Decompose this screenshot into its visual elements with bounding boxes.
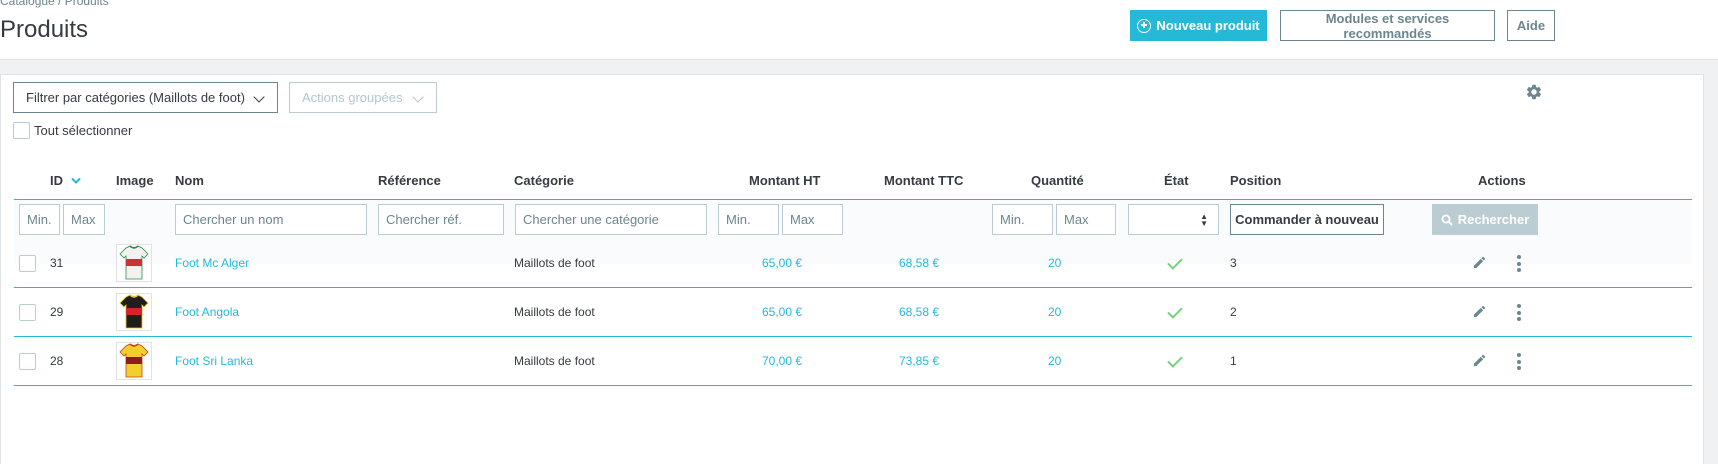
search-icon: [1441, 214, 1453, 226]
status-active-check-icon[interactable]: [1167, 303, 1183, 319]
row-price-ht[interactable]: 65,00 €: [762, 305, 802, 319]
product-thumbnail[interactable]: [116, 244, 152, 282]
edit-pencil-icon[interactable]: [1472, 255, 1487, 270]
row-position: 3: [1230, 256, 1237, 270]
column-header-image: Image: [116, 173, 154, 188]
row-quantity[interactable]: 20: [1048, 256, 1061, 270]
name-search-input[interactable]: [175, 204, 367, 235]
column-header-name[interactable]: Nom: [175, 173, 204, 188]
product-name-link[interactable]: Foot Angola: [175, 305, 239, 319]
product-thumbnail[interactable]: [116, 342, 152, 380]
id-min-input[interactable]: [19, 204, 60, 235]
search-button[interactable]: Rechercher: [1432, 204, 1538, 235]
category-search-input[interactable]: [515, 204, 707, 235]
row-category: Maillots de foot: [514, 256, 595, 270]
id-max-input[interactable]: [63, 204, 105, 235]
row-id: 28: [50, 354, 64, 368]
reference-search-input[interactable]: [378, 204, 504, 235]
more-actions-icon[interactable]: [1517, 304, 1521, 324]
table-row[interactable]: 31 Foot Mc Alger Maillots de foot 65,00 …: [14, 239, 1692, 288]
column-header-price-ht[interactable]: Montant HT: [749, 173, 820, 188]
row-price-ttc[interactable]: 73,85 €: [899, 354, 939, 368]
row-price-ttc[interactable]: 68,58 €: [899, 256, 939, 270]
edit-pencil-icon[interactable]: [1472, 304, 1487, 319]
table-row[interactable]: 29 Foot Angola Maillots de foot 65,00 € …: [14, 288, 1692, 337]
column-header-category[interactable]: Catégorie: [514, 173, 574, 188]
row-price-ttc[interactable]: 68,58 €: [899, 305, 939, 319]
price-max-input[interactable]: [782, 204, 843, 235]
column-header-quantity[interactable]: Quantité: [1031, 173, 1084, 188]
page-header: Catalogue / Produits Produits Nouveau pr…: [0, 0, 1718, 60]
row-price-ht[interactable]: 65,00 €: [762, 256, 802, 270]
category-filter-dropdown[interactable]: Filtrer par catégories (Maillots de foot…: [13, 82, 278, 113]
recommended-modules-button[interactable]: Modules et services recommandés: [1280, 10, 1495, 41]
gear-icon[interactable]: [1525, 83, 1543, 101]
column-header-id[interactable]: ID: [50, 173, 81, 188]
page-title: Produits: [0, 16, 89, 43]
quantity-max-input[interactable]: [1056, 204, 1116, 235]
row-quantity[interactable]: 20: [1048, 305, 1061, 319]
select-all-label[interactable]: Tout sélectionner: [34, 123, 132, 138]
row-id: 31: [50, 256, 64, 270]
column-header-reference[interactable]: Référence: [378, 173, 441, 188]
sort-desc-icon[interactable]: [70, 177, 81, 185]
select-all-checkbox[interactable]: [13, 122, 30, 139]
more-actions-icon[interactable]: [1517, 353, 1521, 373]
select-arrows-icon: ▲ ▼: [1200, 212, 1208, 228]
row-position: 1: [1230, 354, 1237, 368]
new-product-button[interactable]: Nouveau produit: [1130, 10, 1267, 41]
jersey-image: [119, 294, 149, 329]
chevron-down-icon: [253, 91, 265, 103]
reorder-button[interactable]: Commander à nouveau: [1230, 204, 1384, 235]
category-filter-label: Filtrer par catégories (Maillots de foot…: [26, 90, 245, 105]
row-price-ht[interactable]: 70,00 €: [762, 354, 802, 368]
add-circle-icon: [1137, 18, 1152, 33]
jersey-image: [119, 245, 149, 280]
search-label: Rechercher: [1457, 212, 1530, 227]
edit-pencil-icon[interactable]: [1472, 353, 1487, 368]
bulk-actions-dropdown[interactable]: Actions groupées: [289, 82, 437, 113]
breadcrumb[interactable]: Catalogue / Produits: [0, 0, 109, 8]
row-checkbox[interactable]: [19, 304, 36, 321]
bulk-actions-label: Actions groupées: [302, 90, 403, 105]
price-min-input[interactable]: [718, 204, 779, 235]
row-id: 29: [50, 305, 64, 319]
table-row[interactable]: 28 Foot Sri Lanka Maillots de foot 70,00…: [14, 337, 1692, 386]
product-thumbnail[interactable]: [116, 293, 152, 331]
quantity-min-input[interactable]: [992, 204, 1053, 235]
column-header-actions: Actions: [1478, 173, 1526, 188]
chevron-down-icon: [412, 91, 424, 103]
product-name-link[interactable]: Foot Mc Alger: [175, 256, 249, 270]
new-product-label: Nouveau produit: [1156, 18, 1260, 33]
row-quantity[interactable]: 20: [1048, 354, 1061, 368]
status-active-check-icon[interactable]: [1167, 352, 1183, 368]
help-button[interactable]: Aide: [1507, 10, 1555, 41]
column-id-label: ID: [50, 173, 63, 188]
row-category: Maillots de foot: [514, 305, 595, 319]
column-header-status[interactable]: État: [1164, 173, 1189, 188]
status-active-check-icon[interactable]: [1167, 254, 1183, 270]
row-position: 2: [1230, 305, 1237, 319]
column-header-position[interactable]: Position: [1230, 173, 1281, 188]
row-category: Maillots de foot: [514, 354, 595, 368]
row-checkbox[interactable]: [19, 353, 36, 370]
status-select[interactable]: ▲ ▼: [1128, 204, 1219, 235]
product-name-link[interactable]: Foot Sri Lanka: [175, 354, 253, 368]
row-checkbox[interactable]: [19, 255, 36, 272]
products-card: Filtrer par catégories (Maillots de foot…: [0, 74, 1704, 464]
jersey-image: [119, 343, 149, 378]
more-actions-icon[interactable]: [1517, 255, 1521, 275]
column-header-price-ttc[interactable]: Montant TTC: [884, 173, 963, 188]
